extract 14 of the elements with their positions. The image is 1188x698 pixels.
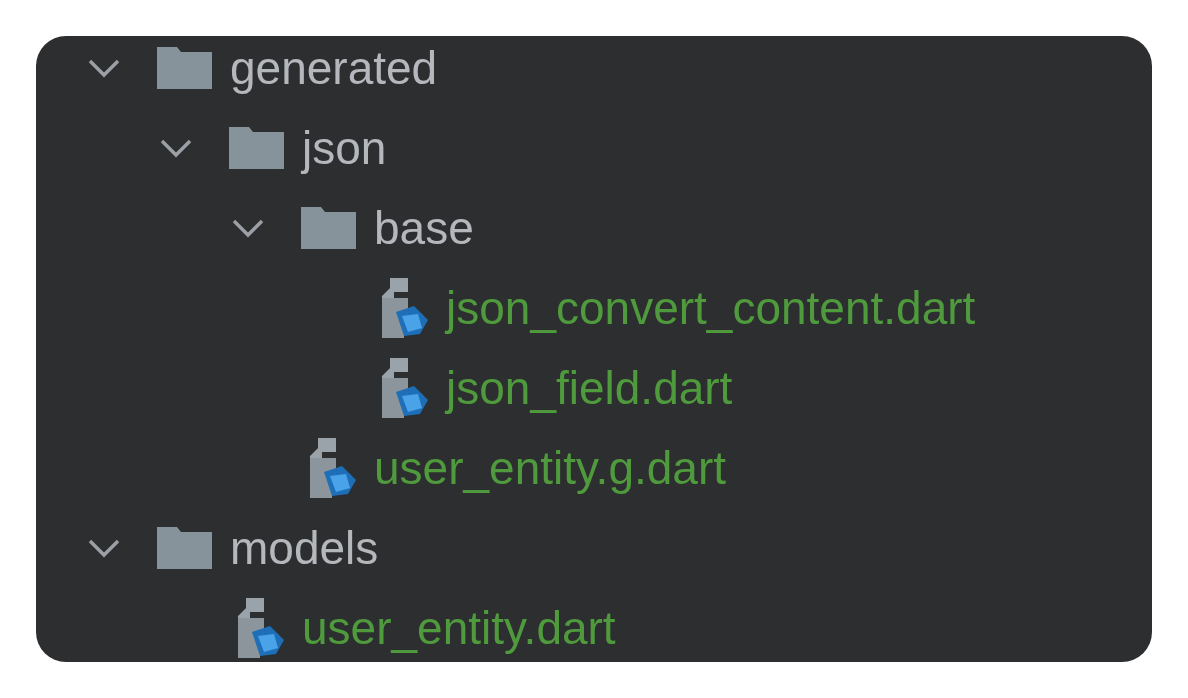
folder-icon (157, 47, 212, 89)
dart-file-icon (382, 278, 428, 338)
dart-file-icon (382, 358, 428, 418)
folder-icon (301, 207, 356, 249)
folder-icon (157, 527, 212, 569)
dart-file-icon (238, 598, 284, 658)
folder-name[interactable]: base (374, 205, 474, 251)
chevron-down-icon[interactable] (88, 538, 120, 558)
dart-file-icon (310, 438, 356, 498)
chevron-down-icon[interactable] (160, 138, 192, 158)
folder-icon (229, 127, 284, 169)
chevron-down-icon[interactable] (88, 58, 120, 78)
chevron-down-icon[interactable] (232, 218, 264, 238)
folder-name[interactable]: models (230, 525, 379, 571)
